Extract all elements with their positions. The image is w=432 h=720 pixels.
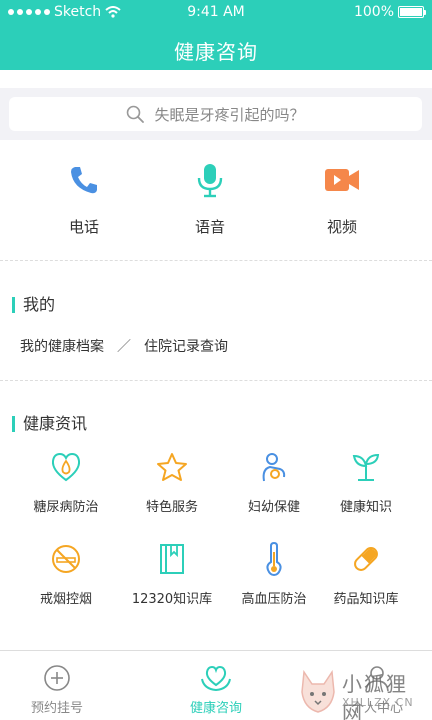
voice-label: 语音: [194, 218, 225, 236]
battery-icon: [398, 6, 426, 18]
news-label: 妇幼保健: [247, 500, 300, 515]
plus-circle-icon: [44, 665, 70, 691]
watermark: 小狐狸网 XHLLZX.CN: [298, 668, 428, 720]
watermark-site: XHLLZX.CN: [342, 696, 414, 709]
battery-percent: 100%: [353, 4, 394, 20]
tab-appointment[interactable]: 预约挂号: [2, 661, 112, 716]
tab-health-consult[interactable]: 健康咨询: [161, 661, 271, 716]
news-label: 特色服务: [145, 500, 198, 515]
hospital-records-link[interactable]: 住院记录查询: [144, 336, 228, 356]
phone-icon: [71, 167, 97, 194]
link-separator: ／: [117, 339, 131, 355]
search-input[interactable]: 失眠是牙疼引起的吗？: [9, 97, 422, 131]
phone-button[interactable]: 电话: [34, 160, 134, 237]
no-smoking-icon: [52, 545, 80, 573]
voice-button[interactable]: 语音: [160, 160, 260, 237]
news-item-hypertension[interactable]: 高血压防治: [224, 542, 324, 607]
news-item-drug-knowledge[interactable]: 药品知识库: [316, 542, 416, 607]
book-icon: [160, 544, 184, 574]
mine-links: 我的健康档案 ／ 住院记录查询: [20, 336, 228, 356]
mother-baby-icon: [262, 453, 286, 482]
search-area: 失眠是牙疼引起的吗？: [0, 88, 432, 140]
watermark-brand: 小狐狸网: [342, 672, 408, 720]
news-label: 戒烟控烟: [39, 592, 92, 607]
news-label: 12320知识库: [131, 592, 213, 607]
app-header: Sketch 9:41 AM 100% 健康咨询: [0, 0, 432, 70]
drop-heart-icon: [51, 452, 81, 482]
news-item-quit-smoking[interactable]: 戒烟控烟: [16, 542, 116, 607]
tab-label: 预约挂号: [30, 701, 83, 716]
video-button[interactable]: 视频: [292, 160, 392, 237]
microphone-icon: [197, 164, 223, 198]
search-icon: [127, 105, 145, 123]
news-label: 糖尿病防治: [33, 500, 99, 515]
phone-label: 电话: [68, 218, 99, 236]
search-placeholder: 失眠是牙疼引起的吗？: [154, 105, 305, 124]
page-title: 健康咨询: [174, 40, 258, 64]
divider: [0, 260, 432, 261]
news-item-special-service[interactable]: 特色服务: [122, 450, 222, 515]
news-label: 药品知识库: [333, 592, 399, 607]
news-label: 高血压防治: [241, 592, 307, 607]
status-bar: Sketch 9:41 AM 100%: [0, 0, 432, 24]
news-item-health-knowledge[interactable]: 健康知识: [316, 450, 416, 515]
fox-logo-icon: [301, 669, 335, 713]
health-records-link[interactable]: 我的健康档案: [20, 336, 104, 356]
thermometer-icon: [266, 542, 282, 576]
sprout-icon: [352, 453, 380, 481]
battery-status: 100%: [353, 4, 426, 20]
video-camera-icon: [325, 169, 359, 191]
tab-label: 健康咨询: [189, 701, 242, 716]
news-item-diabetes[interactable]: 糖尿病防治: [16, 450, 116, 515]
star-icon: [157, 453, 187, 481]
news-item-12320-knowledge[interactable]: 12320知识库: [122, 542, 222, 607]
quick-actions: 电话 语音 视频: [0, 160, 432, 250]
section-title-mine: 我的: [12, 297, 55, 313]
news-label: 健康知识: [339, 500, 392, 515]
pill-icon: [354, 547, 378, 571]
video-label: 视频: [326, 218, 357, 236]
news-item-maternal-child[interactable]: 妇幼保健: [224, 450, 324, 515]
heart-hands-icon: [201, 665, 231, 692]
section-title-news: 健康资讯: [12, 416, 87, 432]
divider: [0, 380, 432, 381]
